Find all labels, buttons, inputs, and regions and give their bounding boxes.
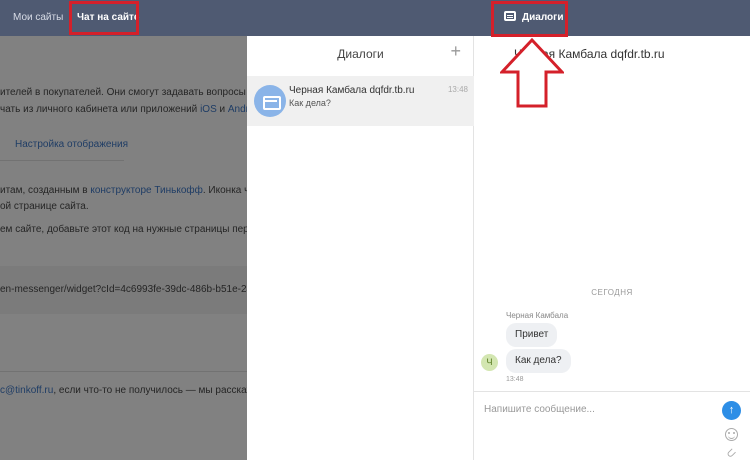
smiley-icon[interactable] — [725, 428, 738, 441]
add-dialog-icon[interactable]: + — [450, 42, 461, 60]
annotation-arrow-icon — [500, 38, 564, 108]
message-composer: ↑ ⊂ — [474, 391, 750, 460]
chat-bubble-icon — [504, 11, 516, 21]
paperclip-icon[interactable]: ⊂ — [723, 444, 740, 460]
dialog-avatar-icon — [254, 85, 286, 117]
message-bubble: Как дела? — [506, 349, 571, 373]
message-sender: Черная Камбала — [506, 311, 569, 320]
top-navigation-bar: Мои сайты Чат на сайте — [0, 0, 750, 36]
dialogs-button-label: Диалоги — [522, 12, 564, 23]
dialog-time: 13:48 — [447, 85, 468, 94]
dialog-name: Черная Камбала dqfdr.tb.ru — [289, 85, 415, 96]
nav-my-sites[interactable]: Мои сайты — [13, 0, 63, 36]
dialogs-button[interactable]: Диалоги — [494, 0, 566, 36]
background-page: ителей в покупателей. Они смогут задават… — [0, 36, 247, 460]
message-bubble: Привет — [506, 323, 558, 347]
dialog-preview: Как дела? — [289, 98, 331, 108]
dialogs-panel: Диалоги + Черная Камбала dqfdr.tb.ru Как… — [247, 36, 474, 460]
dialogs-panel-title: Диалоги — [337, 47, 384, 61]
send-arrow-icon[interactable]: ↑ — [722, 401, 741, 420]
message-input[interactable] — [484, 400, 714, 418]
nav-site-chat[interactable]: Чат на сайте — [77, 0, 140, 36]
modal-overlay[interactable] — [0, 36, 247, 460]
day-separator: СЕГОДНЯ — [591, 288, 633, 297]
dialog-list-item[interactable]: Черная Камбала dqfdr.tb.ru Как дела? 13:… — [247, 76, 474, 126]
message-time: 13:48 — [506, 376, 524, 383]
sender-avatar: Ч — [481, 354, 498, 371]
